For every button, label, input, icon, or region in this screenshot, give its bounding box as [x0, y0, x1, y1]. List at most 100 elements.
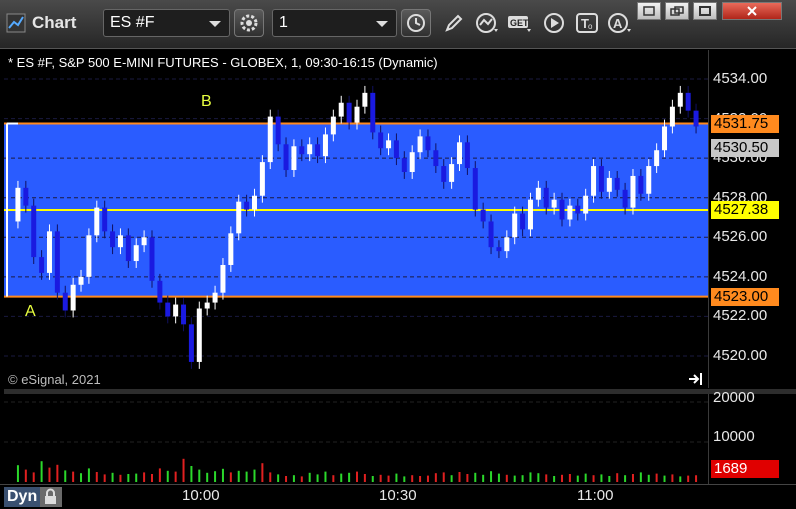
volume-bar — [340, 473, 343, 482]
candle-body — [496, 247, 502, 252]
window-max-button[interactable] — [693, 2, 717, 20]
price-axis[interactable]: 4534.004532.004530.004528.004526.004524.… — [708, 50, 796, 388]
chart-icon — [6, 13, 26, 33]
footer-mode[interactable]: Dyn — [4, 487, 63, 507]
candle-body — [125, 235, 131, 262]
price-tick: 4522.00 — [713, 307, 768, 325]
time-button[interactable] — [401, 9, 431, 37]
maximize-icon — [670, 6, 684, 16]
candle-body — [23, 187, 29, 206]
price-tick: 4526.00 — [713, 228, 768, 246]
candle-body — [149, 237, 155, 281]
volume-bar — [687, 475, 690, 482]
volume-bar — [87, 468, 90, 482]
volume-bar — [24, 469, 27, 482]
volume-bar — [403, 476, 406, 482]
volume-bar — [285, 476, 288, 482]
volume-bar — [48, 467, 51, 482]
volume-bar — [363, 474, 366, 482]
volume-bar — [56, 464, 59, 482]
text-tool-icon: T o — [576, 13, 598, 33]
volume-bar — [119, 474, 122, 482]
get-data-button[interactable]: GET — [506, 10, 534, 36]
volume-bar — [316, 474, 319, 482]
candle-body — [275, 116, 281, 145]
candle-body — [370, 92, 376, 133]
restore-button[interactable] — [637, 2, 661, 20]
volume-bar — [253, 469, 256, 482]
candle-body — [433, 150, 439, 167]
volume-axis[interactable]: 20000 10000 1689 — [708, 389, 796, 484]
price-tick: 4520.00 — [713, 347, 768, 364]
volume-bar — [387, 475, 390, 482]
volume-bar — [95, 472, 98, 482]
time-tick: 10:00 — [182, 487, 220, 504]
volume-bar — [348, 472, 351, 482]
settings-gear-icon — [240, 14, 258, 32]
replay-button[interactable] — [540, 10, 568, 36]
chevron-down-icon[interactable] — [209, 21, 221, 27]
volume-bar — [513, 475, 516, 482]
volume-bar — [639, 472, 642, 482]
text-tool-button[interactable]: T o — [573, 10, 601, 36]
interval-input[interactable]: 1 — [272, 9, 397, 37]
candle-body — [646, 166, 652, 194]
maximize-button[interactable] — [665, 2, 689, 20]
draw-tool-button[interactable] — [440, 10, 468, 36]
candle-body — [54, 231, 60, 293]
candle-body — [204, 302, 210, 309]
candle-body — [543, 187, 549, 208]
candle-body — [393, 140, 399, 159]
volume-bar — [127, 474, 130, 482]
window-title: Chart — [32, 13, 77, 32]
price-tag: 4527.38 — [711, 200, 779, 219]
candle-body — [212, 292, 218, 303]
volume-last-tag: 1689 — [711, 460, 779, 478]
volume-bar — [616, 473, 619, 482]
candle-body — [251, 195, 257, 210]
volume-bar — [631, 474, 634, 482]
time-axis[interactable]: Dyn 10:00 10:30 11:00 — [0, 484, 796, 509]
price-tick: 4524.00 — [713, 267, 768, 285]
volume-bar — [143, 472, 146, 482]
svg-text:A: A — [613, 16, 623, 31]
price-tag: 4530.50 — [711, 139, 779, 158]
candle-body — [693, 110, 699, 127]
candle-body — [441, 166, 447, 182]
candle-body — [354, 106, 360, 123]
mode-label: Dyn — [4, 487, 41, 507]
scroll-to-end-icon[interactable] — [688, 372, 704, 386]
volume-bar — [371, 476, 374, 482]
candle-body — [86, 235, 92, 277]
candle-body — [291, 146, 297, 171]
candle-body — [662, 126, 668, 151]
volume-bar — [182, 458, 185, 482]
candle-body — [236, 201, 242, 234]
volume-bar — [537, 473, 540, 482]
price-chart[interactable]: * ES #F, S&P 500 E-MINI FUTURES - GLOBEX… — [4, 50, 708, 388]
volume-bar — [545, 474, 548, 482]
symbol-input[interactable]: ES #F — [103, 9, 230, 37]
close-button[interactable] — [722, 2, 782, 20]
candle-body — [598, 166, 604, 192]
volume-bar — [624, 475, 627, 482]
lock-icon[interactable] — [40, 487, 63, 507]
settings-button[interactable] — [234, 9, 264, 37]
candle-body — [591, 166, 597, 196]
candle-body — [338, 102, 344, 117]
candle-body — [449, 164, 455, 182]
candle-body — [133, 245, 139, 262]
chevron-down-icon[interactable] — [376, 21, 388, 27]
copyright: © eSignal, 2021 — [8, 372, 101, 387]
study-button[interactable] — [473, 10, 501, 36]
volume-bar — [150, 474, 153, 482]
volume-bar — [419, 476, 422, 482]
volume-bar — [158, 468, 161, 482]
clock-icon — [407, 14, 425, 32]
candle-body — [567, 205, 573, 220]
candle-body — [472, 168, 478, 210]
volume-chart[interactable] — [4, 394, 708, 484]
candle-body — [78, 276, 84, 285]
volume-bar — [245, 471, 248, 482]
alert-button[interactable]: A — [606, 10, 634, 36]
